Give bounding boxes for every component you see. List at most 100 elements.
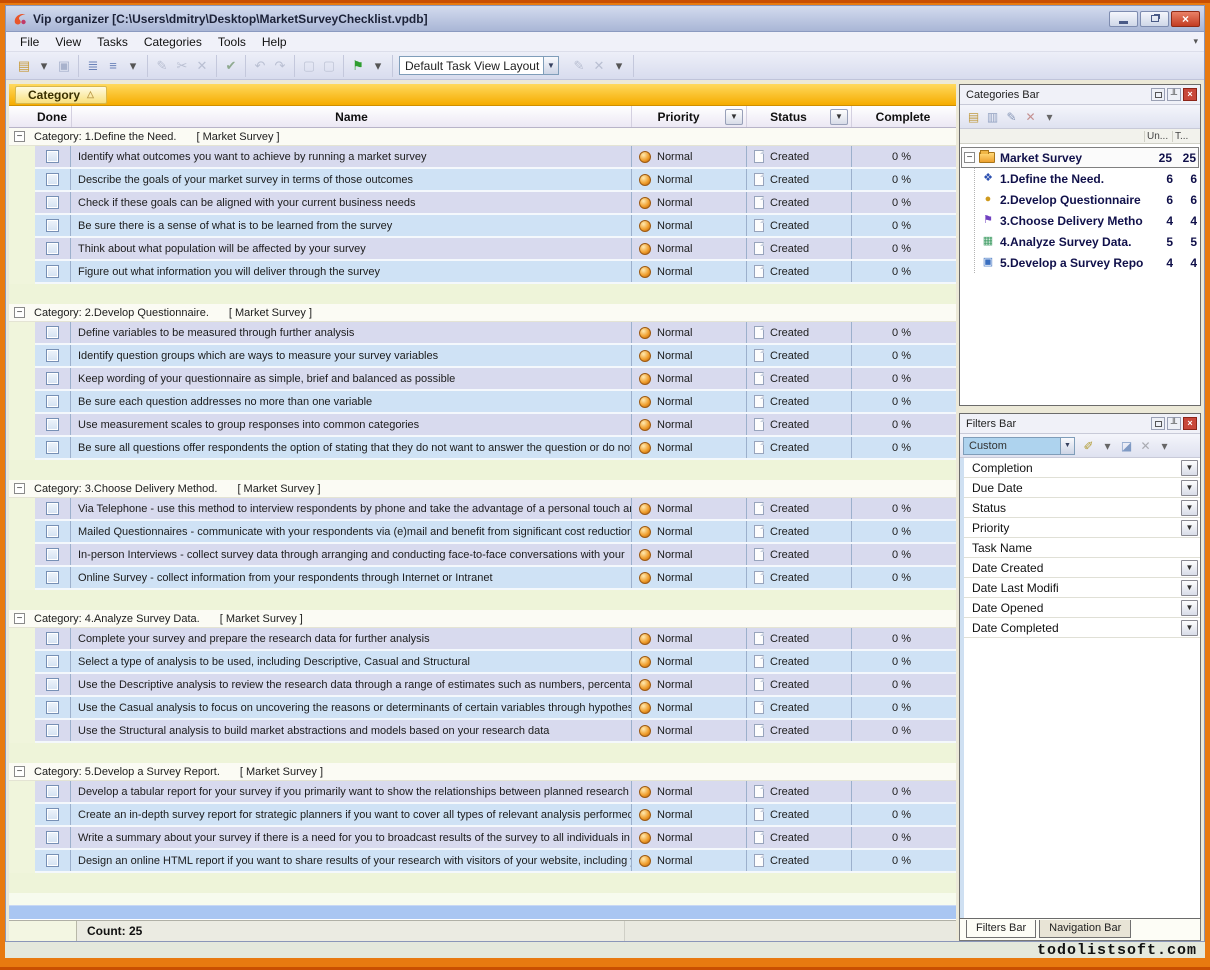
- menu-item[interactable]: Help: [254, 33, 295, 51]
- categories-toolbar-overflow-icon[interactable]: ▾: [1041, 108, 1058, 125]
- filter-row[interactable]: Date Created ▼: [964, 558, 1200, 578]
- task-row[interactable]: Use the Descriptive analysis to review t…: [35, 674, 956, 697]
- filter-dropdown-icon[interactable]: ▼: [1181, 480, 1198, 496]
- panel-close-button[interactable]: ×: [1183, 88, 1197, 101]
- tree-item-category[interactable]: ❖ 1.Define the Need. 6 6: [975, 168, 1200, 189]
- filter-value-field[interactable]: [1110, 478, 1181, 497]
- new-task-icon[interactable]: ▤: [15, 57, 33, 75]
- cut-icon[interactable]: ✂: [173, 57, 191, 75]
- expand-all-icon[interactable]: ≣: [84, 57, 102, 75]
- done-checkbox[interactable]: [46, 372, 59, 385]
- task-row[interactable]: Select a type of analysis to be used, in…: [35, 651, 956, 674]
- task-row[interactable]: Use measurement scales to group response…: [35, 414, 956, 437]
- task-row[interactable]: Be sure all questions offer respondents …: [35, 437, 956, 460]
- new-task-dropdown-icon[interactable]: ▾: [35, 57, 53, 75]
- category-group-header[interactable]: − Category: 1.Define the Need. [ Market …: [9, 128, 956, 146]
- filter-value-field[interactable]: [1110, 598, 1181, 617]
- filter-value-field[interactable]: [1110, 578, 1181, 597]
- filter-dropdown-icon[interactable]: ▼: [1181, 560, 1198, 576]
- duplicate-task-icon[interactable]: ▣: [55, 57, 73, 75]
- task-row[interactable]: Online Survey - collect information from…: [35, 567, 956, 590]
- menu-item[interactable]: Tasks: [89, 33, 136, 51]
- task-row[interactable]: Be sure there is a sense of what is to b…: [35, 215, 956, 238]
- filter-value-field[interactable]: [1110, 538, 1181, 557]
- filter-value-field[interactable]: [1110, 558, 1181, 577]
- tree-item-category[interactable]: ▦ 4.Analyze Survey Data. 5 5: [975, 231, 1200, 252]
- done-checkbox[interactable]: [46, 655, 59, 668]
- apply-filter-icon[interactable]: ✐: [1080, 437, 1097, 454]
- tab-navigation-bar[interactable]: Navigation Bar: [1039, 920, 1131, 938]
- task-row[interactable]: Identify what outcomes you want to achie…: [35, 146, 956, 169]
- column-header-priority[interactable]: Priority ▼: [631, 106, 746, 127]
- category-group-header[interactable]: − Category: 5.Develop a Survey Report. […: [9, 763, 956, 781]
- filter-dropdown-icon[interactable]: ▼: [1181, 580, 1198, 596]
- filter-value-field[interactable]: [1110, 618, 1181, 637]
- filters-toolbar-overflow-icon[interactable]: ▾: [1156, 437, 1173, 454]
- filter-value-field[interactable]: [1110, 498, 1181, 517]
- filter-row[interactable]: Task Name ▼: [964, 538, 1200, 558]
- menu-item[interactable]: File: [12, 33, 47, 51]
- tree-collapse-icon[interactable]: −: [964, 152, 975, 163]
- redo-icon[interactable]: ↷: [271, 57, 289, 75]
- combo-dropdown-icon[interactable]: ▼: [543, 57, 558, 74]
- done-checkbox[interactable]: [46, 349, 59, 362]
- copy-icon[interactable]: ▢: [300, 57, 318, 75]
- filter-value-field[interactable]: [1110, 518, 1181, 537]
- tree-item-category[interactable]: ▣ 5.Develop a Survey Repo 4 4: [975, 252, 1200, 273]
- done-checkbox[interactable]: [46, 219, 59, 232]
- done-checkbox[interactable]: [46, 571, 59, 584]
- task-row[interactable]: Check if these goals can be aligned with…: [35, 192, 956, 215]
- restore-button[interactable]: [1140, 11, 1169, 27]
- filter-row[interactable]: Completion ▼: [964, 458, 1200, 478]
- task-row[interactable]: Identify question groups which are ways …: [35, 345, 956, 368]
- done-checkbox[interactable]: [46, 265, 59, 278]
- task-row[interactable]: Use the Casual analysis to focus on unco…: [35, 697, 956, 720]
- done-checkbox[interactable]: [46, 242, 59, 255]
- column-header-name[interactable]: Name: [71, 106, 631, 127]
- task-row[interactable]: Complete your survey and prepare the res…: [35, 628, 956, 651]
- done-checkbox[interactable]: [46, 678, 59, 691]
- clear-filter-icon[interactable]: ◪: [1118, 437, 1135, 454]
- panel-close-button[interactable]: ×: [1183, 417, 1197, 430]
- delete-category-icon[interactable]: ✕: [1022, 108, 1039, 125]
- new-subcategory-icon[interactable]: ▥: [984, 108, 1001, 125]
- filter-dropdown-icon[interactable]: ▼: [1181, 460, 1198, 476]
- filter-row[interactable]: Due Date ▼: [964, 478, 1200, 498]
- task-row[interactable]: Design an online HTML report if you want…: [35, 850, 956, 873]
- filter-dropdown-icon[interactable]: ▼: [1181, 520, 1198, 536]
- delete-layout-icon[interactable]: ✕: [590, 57, 608, 75]
- collapse-all-icon[interactable]: ≡: [104, 57, 122, 75]
- done-checkbox[interactable]: [46, 418, 59, 431]
- collapse-icon[interactable]: −: [14, 307, 25, 318]
- filter-dropdown-icon[interactable]: ▼: [1181, 620, 1198, 636]
- category-group-header[interactable]: − Category: 2.Develop Questionnaire. [ M…: [9, 304, 956, 322]
- task-row[interactable]: Via Telephone - use this method to inter…: [35, 498, 956, 521]
- collapse-icon[interactable]: −: [14, 483, 25, 494]
- priority-filter-icon[interactable]: ▼: [725, 109, 743, 125]
- task-row[interactable]: Think about what population will be affe…: [35, 238, 956, 261]
- filter-value-field[interactable]: [1110, 458, 1181, 477]
- filter-row[interactable]: Status ▼: [964, 498, 1200, 518]
- filter-row[interactable]: Date Completed ▼: [964, 618, 1200, 638]
- panel-restore-button[interactable]: [1151, 88, 1165, 101]
- column-header-complete[interactable]: Complete: [851, 106, 954, 127]
- undo-icon[interactable]: ↶: [251, 57, 269, 75]
- done-checkbox[interactable]: [46, 326, 59, 339]
- task-row[interactable]: Create an in-depth survey report for str…: [35, 804, 956, 827]
- menu-item[interactable]: View: [47, 33, 89, 51]
- done-checkbox[interactable]: [46, 395, 59, 408]
- task-row[interactable]: Define variables to be measured through …: [35, 322, 956, 345]
- layout-combo[interactable]: Default Task View Layout ▼: [399, 56, 559, 75]
- collapse-icon[interactable]: −: [14, 131, 25, 142]
- flag-view-icon[interactable]: ⚑: [349, 57, 367, 75]
- remove-filter-icon[interactable]: ✕: [1137, 437, 1154, 454]
- filter-dropdown-icon[interactable]: ▼: [1181, 500, 1198, 516]
- task-row[interactable]: Be sure each question addresses no more …: [35, 391, 956, 414]
- done-checkbox[interactable]: [46, 724, 59, 737]
- delete-task-icon[interactable]: ✕: [193, 57, 211, 75]
- minimize-button[interactable]: [1109, 11, 1138, 27]
- done-checkbox[interactable]: [46, 150, 59, 163]
- panel-pin-button[interactable]: ╨: [1167, 417, 1181, 430]
- done-checkbox[interactable]: [46, 632, 59, 645]
- done-checkbox[interactable]: [46, 701, 59, 714]
